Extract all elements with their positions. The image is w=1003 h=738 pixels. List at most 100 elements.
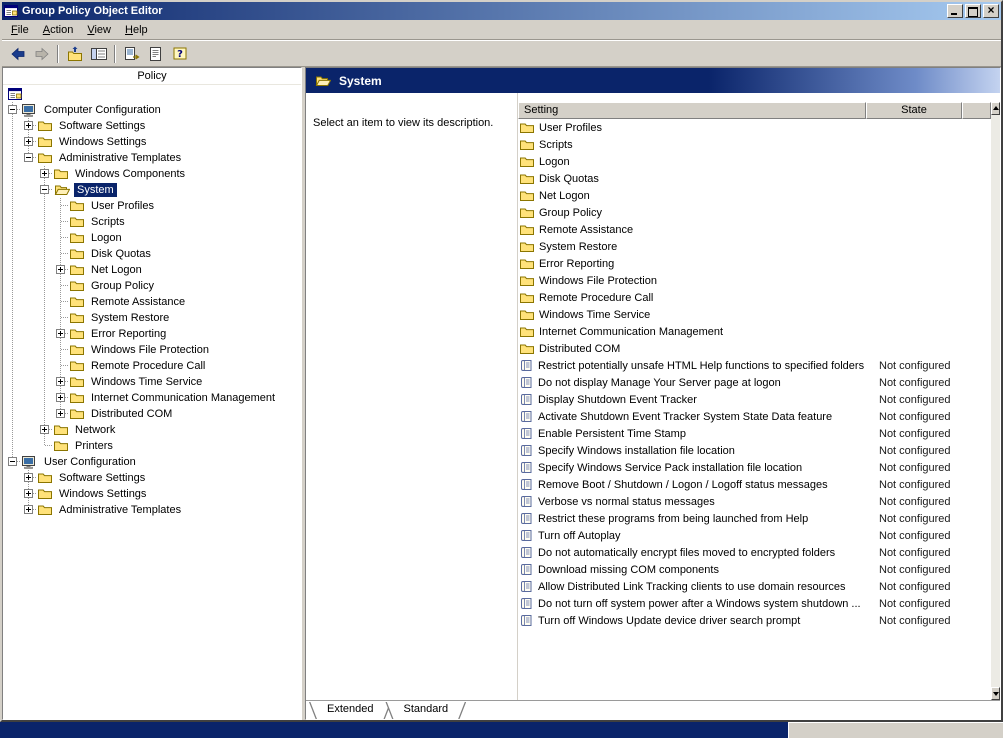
menu-help[interactable]: Help <box>118 21 155 39</box>
title-bar[interactable]: Group Policy Object Editor <box>2 2 1001 20</box>
forward-arrow-button[interactable] <box>30 43 53 65</box>
tree-expander-plus-icon[interactable] <box>24 121 33 130</box>
tree-item-system-restore[interactable]: System Restore <box>5 310 301 326</box>
list-item-turn-off-windows-update-device-driver-search-prompt[interactable]: Turn off Windows Update device driver se… <box>518 612 991 629</box>
list-item-allow-distributed-link-tracking-clients-to-use-domain-resources[interactable]: Allow Distributed Link Tracking clients … <box>518 578 991 595</box>
tree-item-system[interactable]: System <box>5 182 301 198</box>
scroll-up-icon[interactable] <box>991 102 1000 115</box>
tree-expander-minus-icon[interactable] <box>40 185 49 194</box>
tree-item-remote-procedure-call[interactable]: Remote Procedure Call <box>5 358 301 374</box>
menu-file[interactable]: File <box>4 21 36 39</box>
tree-expander-plus-icon[interactable] <box>24 505 33 514</box>
tab-extended[interactable]: Extended <box>310 701 390 719</box>
tree-expander-minus-icon[interactable] <box>24 153 33 162</box>
list-item-user-profiles[interactable]: User Profiles <box>518 119 991 136</box>
tree-expander-minus-icon[interactable] <box>8 457 17 466</box>
export-list-button[interactable] <box>120 43 143 65</box>
list-item-group-policy[interactable]: Group Policy <box>518 204 991 221</box>
tree-item-internet-communication-management[interactable]: Internet Communication Management <box>5 390 301 406</box>
tree-item-windows-time-service[interactable]: Windows Time Service <box>5 374 301 390</box>
tree-item-error-reporting[interactable]: Error Reporting <box>5 326 301 342</box>
list-item-do-not-automatically-encrypt-files-moved-to-encrypted-folders[interactable]: Do not automatically encrypt files moved… <box>518 544 991 561</box>
tree-expander-plus-icon[interactable] <box>40 425 49 434</box>
tree-item-software-settings[interactable]: Software Settings <box>5 470 301 486</box>
show-tree-button[interactable] <box>87 43 110 65</box>
tree-item-remote-assistance[interactable]: Remote Assistance <box>5 294 301 310</box>
tree-item-computer-configuration[interactable]: Computer Configuration <box>5 102 301 118</box>
tree-expander-plus-icon[interactable] <box>24 489 33 498</box>
tree-item-software-settings[interactable]: Software Settings <box>5 118 301 134</box>
tree-expander-plus-icon[interactable] <box>56 409 65 418</box>
list-item-windows-time-service[interactable]: Windows Time Service <box>518 306 991 323</box>
list-item-specify-windows-service-pack-installation-file-location[interactable]: Specify Windows Service Pack installatio… <box>518 459 991 476</box>
tree-item-windows-components[interactable]: Windows Components <box>5 166 301 182</box>
tree-item-distributed-com[interactable]: Distributed COM <box>5 406 301 422</box>
list-item-logon[interactable]: Logon <box>518 153 991 170</box>
tree-expander-plus-icon[interactable] <box>56 265 65 274</box>
list-item-remote-assistance[interactable]: Remote Assistance <box>518 221 991 238</box>
tree-item-windows-settings[interactable]: Windows Settings <box>5 486 301 502</box>
tree-item-user-profiles[interactable]: User Profiles <box>5 198 301 214</box>
setting-cell: Do not automatically encrypt files moved… <box>518 546 866 559</box>
up-level-button[interactable] <box>63 43 86 65</box>
close-button[interactable] <box>983 4 999 18</box>
tree-expander-minus-icon[interactable] <box>8 105 17 114</box>
setting-cell: Display Shutdown Event Tracker <box>518 393 866 406</box>
menu-view[interactable]: View <box>80 21 118 39</box>
tree-item-user-configuration[interactable]: User Configuration <box>5 454 301 470</box>
list-item-net-logon[interactable]: Net Logon <box>518 187 991 204</box>
tree-expander-plus-icon[interactable] <box>24 137 33 146</box>
tree-item-printers[interactable]: Printers <box>5 438 301 454</box>
list-item-restrict-these-programs-from-being-launched-from-help[interactable]: Restrict these programs from being launc… <box>518 510 991 527</box>
tab-standard[interactable]: Standard <box>386 701 465 719</box>
tree-item-root[interactable] <box>5 86 301 102</box>
list-item-scripts[interactable]: Scripts <box>518 136 991 153</box>
column-header-state[interactable]: State <box>866 102 962 119</box>
list-item-remote-procedure-call[interactable]: Remote Procedure Call <box>518 289 991 306</box>
list-item-windows-file-protection[interactable]: Windows File Protection <box>518 272 991 289</box>
list-item-activate-shutdown-event-tracker-system-state-data-feature[interactable]: Activate Shutdown Event Tracker System S… <box>518 408 991 425</box>
tree-expander-plus-icon[interactable] <box>40 169 49 178</box>
list-item-system-restore[interactable]: System Restore <box>518 238 991 255</box>
tree-item-windows-settings[interactable]: Windows Settings <box>5 134 301 150</box>
tree-indent <box>37 246 53 262</box>
list-item-restrict-potentially-unsafe-html-help-functions-to-specified-folders[interactable]: Restrict potentially unsafe HTML Help fu… <box>518 357 991 374</box>
properties-button[interactable] <box>144 43 167 65</box>
vertical-scrollbar[interactable] <box>991 102 1000 700</box>
list-item-display-shutdown-event-tracker[interactable]: Display Shutdown Event TrackerNot config… <box>518 391 991 408</box>
tree-item-scripts[interactable]: Scripts <box>5 214 301 230</box>
tree-expander-plus-icon[interactable] <box>56 329 65 338</box>
tree-item-disk-quotas[interactable]: Disk Quotas <box>5 246 301 262</box>
list-item-turn-off-autoplay[interactable]: Turn off AutoplayNot configured <box>518 527 991 544</box>
list-item-do-not-display-manage-your-server-page-at-logon[interactable]: Do not display Manage Your Server page a… <box>518 374 991 391</box>
tree-expander-plus-icon[interactable] <box>24 473 33 482</box>
list-item-enable-persistent-time-stamp[interactable]: Enable Persistent Time StampNot configur… <box>518 425 991 442</box>
back-arrow-button[interactable] <box>6 43 29 65</box>
tree-item-label: System <box>74 183 117 197</box>
list-item-disk-quotas[interactable]: Disk Quotas <box>518 170 991 187</box>
scroll-down-icon[interactable] <box>991 687 1000 700</box>
tree-expander-plus-icon[interactable] <box>56 377 65 386</box>
tree-item-administrative-templates[interactable]: Administrative Templates <box>5 150 301 166</box>
list-item-specify-windows-installation-file-location[interactable]: Specify Windows installation file locati… <box>518 442 991 459</box>
tree-item-logon[interactable]: Logon <box>5 230 301 246</box>
tree-item-net-logon[interactable]: Net Logon <box>5 262 301 278</box>
minimize-button[interactable] <box>947 4 963 18</box>
list-item-error-reporting[interactable]: Error Reporting <box>518 255 991 272</box>
list-item-do-not-turn-off-system-power-after-a-windows-system-shutdown[interactable]: Do not turn off system power after a Win… <box>518 595 991 612</box>
tree-item-administrative-templates[interactable]: Administrative Templates <box>5 502 301 518</box>
tree-item-network[interactable]: Network <box>5 422 301 438</box>
maximize-button[interactable] <box>965 4 981 18</box>
tree-item-windows-file-protection[interactable]: Windows File Protection <box>5 342 301 358</box>
list-item-verbose-vs-normal-status-messages[interactable]: Verbose vs normal status messagesNot con… <box>518 493 991 510</box>
tree-item-group-policy[interactable]: Group Policy <box>5 278 301 294</box>
help-button[interactable]: ? <box>168 43 191 65</box>
column-header-setting[interactable]: Setting <box>518 102 866 119</box>
list-item-download-missing-com-components[interactable]: Download missing COM componentsNot confi… <box>518 561 991 578</box>
menu-action[interactable]: Action <box>36 21 81 39</box>
list-item-remove-boot-shutdown-logon-logoff-status-messages[interactable]: Remove Boot / Shutdown / Logon / Logoff … <box>518 476 991 493</box>
taskbar[interactable] <box>0 722 1003 738</box>
list-item-internet-communication-management[interactable]: Internet Communication Management <box>518 323 991 340</box>
tree-expander-plus-icon[interactable] <box>56 393 65 402</box>
list-item-distributed-com[interactable]: Distributed COM <box>518 340 991 357</box>
